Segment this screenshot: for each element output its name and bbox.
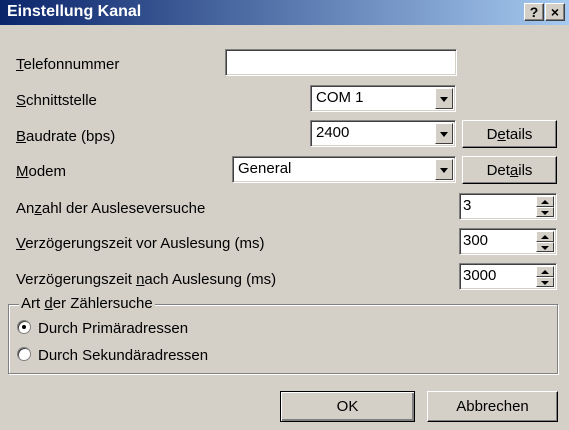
close-icon: × [550, 4, 560, 20]
verz-nach-value: 3000 [463, 267, 497, 284]
title-bar[interactable]: Einstellung Kanal ? × [0, 0, 569, 25]
window-title: Einstellung Kanal [7, 3, 142, 20]
radio-sekundaeradressen-label: Durch Sekundäradressen [38, 347, 209, 364]
telefonnummer-input[interactable] [225, 49, 457, 76]
verz-nach-label: Verzögerungszeit nach Auslesung (ms) [16, 271, 277, 288]
verz-vor-label: Verzögerungszeit vor Auslesung (ms) [16, 235, 265, 252]
ausleseversuche-spinner[interactable] [536, 196, 554, 217]
ausleseversuche-spinbox[interactable]: 3 [459, 193, 557, 220]
zaehlersuche-groupbox: Art der Zählersuche Durch Primäradressen… [8, 295, 558, 374]
radio-sekundaeradressen[interactable]: Durch Sekundäradressen [17, 347, 208, 364]
baudrate-label: Baudrate (bps) [16, 128, 116, 145]
modem-details-label: Details [486, 162, 533, 179]
radio-primaeradressen-label: Durch Primäradressen [38, 320, 189, 337]
spin-up-icon[interactable] [536, 266, 554, 277]
schnittstelle-value: COM 1 [316, 89, 364, 106]
spin-down-icon[interactable] [536, 276, 554, 287]
ok-label: OK [336, 398, 359, 415]
spin-down-icon[interactable] [536, 206, 554, 217]
baudrate-value: 2400 [316, 124, 350, 141]
modem-dropdown-icon[interactable] [435, 159, 453, 180]
spin-up-icon[interactable] [536, 231, 554, 242]
cancel-button[interactable]: Abbrechen [427, 391, 558, 422]
verz-vor-spinbox[interactable]: 300 [459, 228, 557, 255]
radio-primaeradressen[interactable]: Durch Primäradressen [17, 320, 188, 337]
ausleseversuche-value: 3 [463, 197, 472, 214]
help-icon: ? [529, 4, 539, 20]
cancel-label: Abbrechen [456, 398, 529, 415]
modem-value: General [238, 160, 292, 177]
dialog-window: Einstellung Kanal ? × Telefonnummer Schn… [0, 0, 569, 430]
schnittstelle-label: Schnittstelle [16, 92, 97, 109]
radio-unchecked-icon[interactable] [17, 347, 31, 361]
verz-vor-spinner[interactable] [536, 231, 554, 252]
baudrate-select[interactable]: 2400 [310, 120, 456, 147]
spin-down-icon[interactable] [536, 241, 554, 252]
modem-details-button[interactable]: Details [462, 156, 557, 184]
zaehlersuche-legend: Art der Zählersuche [19, 295, 155, 312]
close-button[interactable]: × [545, 3, 565, 21]
ausleseversuche-label: Anzahl der Ausleseversuche [16, 200, 206, 217]
modem-label: Modem [16, 163, 67, 180]
spin-up-icon[interactable] [536, 196, 554, 207]
radio-checked-icon[interactable] [17, 320, 31, 334]
schnittstelle-select[interactable]: COM 1 [310, 85, 456, 112]
help-button[interactable]: ? [524, 3, 544, 21]
baudrate-dropdown-icon[interactable] [435, 123, 453, 144]
telefonnummer-label: Telefonnummer [16, 56, 120, 73]
modem-select[interactable]: General [232, 156, 456, 183]
baudrate-details-label: Details [486, 126, 533, 143]
verz-nach-spinbox[interactable]: 3000 [459, 263, 557, 290]
verz-nach-spinner[interactable] [536, 266, 554, 287]
baudrate-details-button[interactable]: Details [462, 120, 557, 148]
schnittstelle-dropdown-icon[interactable] [435, 88, 453, 109]
ok-button[interactable]: OK [280, 391, 415, 422]
verz-vor-value: 300 [463, 232, 489, 249]
